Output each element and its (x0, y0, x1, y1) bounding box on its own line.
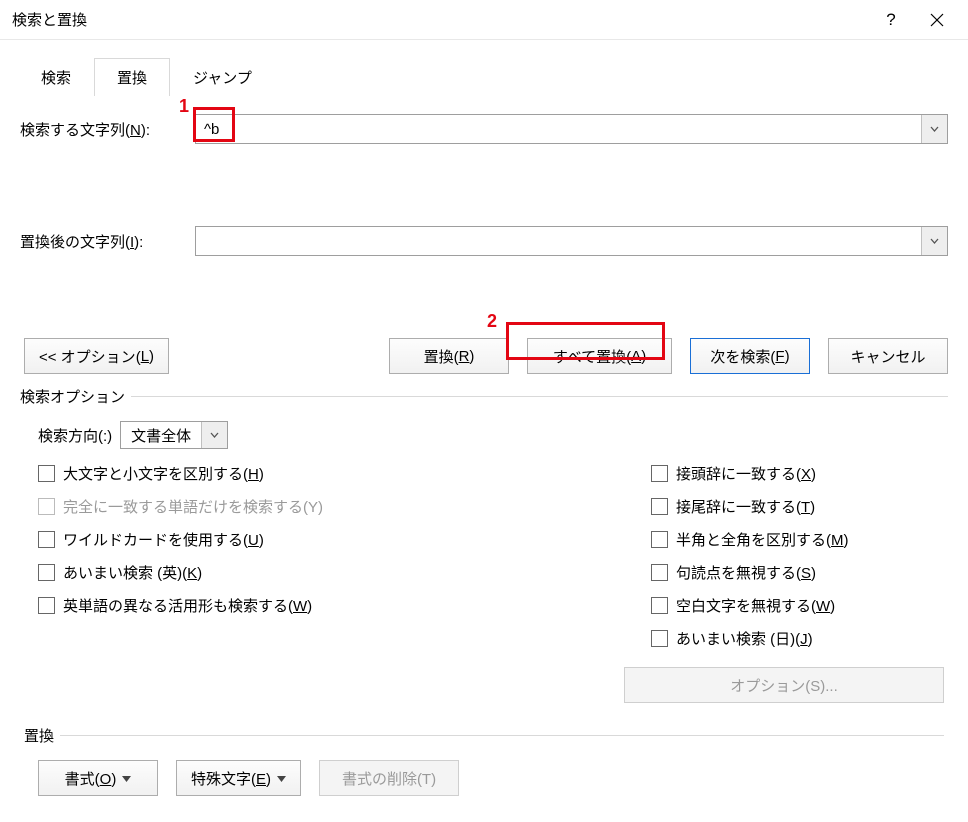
caret-down-icon (122, 776, 131, 782)
find-dropdown-button[interactable] (921, 115, 947, 143)
replace-dropdown-button[interactable] (921, 227, 947, 255)
sounds-like-en-checkbox[interactable]: あいまい検索 (英)(K) (38, 562, 491, 583)
help-button[interactable]: ? (868, 4, 914, 36)
close-button[interactable] (914, 4, 960, 36)
less-options-button[interactable]: << オプション(L) (24, 338, 169, 374)
replace-row: 置換後の文字列(I): (20, 226, 948, 256)
replace-input[interactable] (196, 227, 921, 255)
cancel-button[interactable]: キャンセル (828, 338, 948, 374)
width-checkbox[interactable]: 半角と全角を区別する(M) (651, 529, 944, 550)
main-buttons: << オプション(L) 置換(R) すべて置換(A) 次を検索(F) キャンセル (24, 338, 948, 374)
chevron-down-icon (930, 126, 939, 132)
replace-section: 置換 書式(O) 特殊文字(E) 書式の削除(T) (20, 725, 948, 796)
search-options-fieldset: 検索オプション 検索方向(:) 文書全体 大文字と小文字を区別する(H) (20, 386, 948, 703)
replace-all-button[interactable]: すべて置換(A) (527, 338, 672, 374)
tab-content: 検索する文字列(N): 置換後の文字列(I): << オプション(L) 置換( (0, 96, 968, 796)
whole-word-checkbox: 完全に一致する単語だけを検索する(Y) (38, 496, 491, 517)
sounds-like-ja-checkbox[interactable]: あいまい検索 (日)(J) (651, 628, 944, 649)
direction-label: 検索方向(:) (38, 425, 112, 446)
search-options-legend: 検索オプション (20, 386, 125, 407)
tab-jump[interactable]: ジャンプ (170, 58, 275, 96)
find-input[interactable] (196, 115, 921, 143)
find-label: 検索する文字列(N): (20, 119, 195, 140)
find-input-combo[interactable] (195, 114, 948, 144)
dialog-title: 検索と置換 (12, 9, 868, 30)
find-row: 検索する文字列(N): (20, 114, 948, 144)
whitespace-checkbox[interactable]: 空白文字を無視する(W) (651, 595, 944, 616)
wildcards-checkbox[interactable]: ワイルドカードを使用する(U) (38, 529, 491, 550)
replace-section-legend: 置換 (24, 725, 54, 746)
replace-input-combo[interactable] (195, 226, 948, 256)
special-button[interactable]: 特殊文字(E) (176, 760, 301, 796)
direction-dropdown-button[interactable] (201, 422, 227, 448)
close-icon (930, 13, 944, 27)
replace-label: 置換後の文字列(I): (20, 231, 195, 252)
match-case-checkbox[interactable]: 大文字と小文字を区別する(H) (38, 463, 491, 484)
caret-down-icon (277, 776, 286, 782)
titlebar: 検索と置換 ? (0, 0, 968, 40)
tab-replace[interactable]: 置換 (94, 58, 170, 96)
suffix-checkbox[interactable]: 接尾辞に一致する(T) (651, 496, 944, 517)
tab-search[interactable]: 検索 (18, 58, 94, 96)
direction-select[interactable]: 文書全体 (120, 421, 228, 449)
tab-strip: 検索 置換 ジャンプ (18, 58, 968, 96)
direction-row: 検索方向(:) 文書全体 (38, 421, 944, 449)
format-button[interactable]: 書式(O) (38, 760, 158, 796)
chevron-down-icon (210, 432, 219, 438)
no-formatting-button: 書式の削除(T) (319, 760, 459, 796)
word-forms-checkbox[interactable]: 英単語の異なる活用形も検索する(W) (38, 595, 491, 616)
punctuation-checkbox[interactable]: 句読点を無視する(S) (651, 562, 944, 583)
options-s-button: オプション(S)... (624, 667, 944, 703)
chevron-down-icon (930, 238, 939, 244)
replace-button[interactable]: 置換(R) (389, 338, 509, 374)
find-next-button[interactable]: 次を検索(F) (690, 338, 810, 374)
prefix-checkbox[interactable]: 接頭辞に一致する(X) (651, 463, 944, 484)
